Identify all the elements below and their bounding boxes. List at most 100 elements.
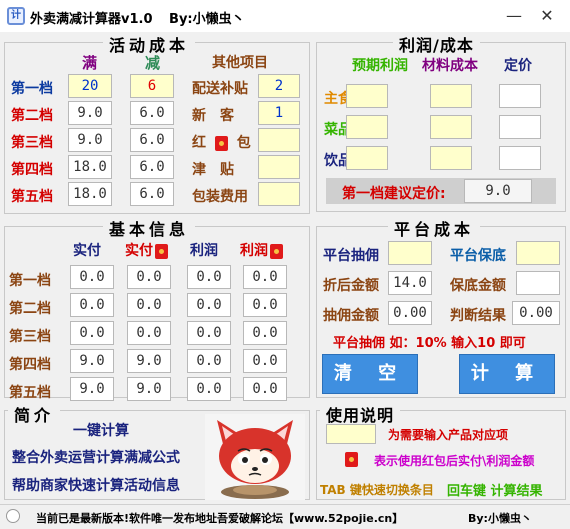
dish-profit-input[interactable]: [346, 115, 388, 139]
guarantee-amount-label: 保底金额: [450, 278, 506, 294]
tier-1-minus-input[interactable]: 6: [130, 74, 174, 98]
commission-input[interactable]: [388, 241, 432, 265]
red-packet-icon: [214, 135, 228, 151]
col-expected-profit: 预期利润: [352, 58, 408, 74]
window-title: 外卖满减计算器v1.0 By:小懒虫丶: [30, 8, 245, 27]
suggest-price-value: 9.0: [464, 179, 532, 203]
tier-3-label: 第三档: [11, 135, 53, 151]
col-actual-pay-redpack: 实付: [125, 240, 168, 260]
usage-yellow-sample: [326, 424, 376, 444]
guarantee-label: 平台保底: [450, 248, 506, 264]
guarantee-amount-value: [516, 271, 560, 295]
basic-row-3-v4: 0.0: [243, 321, 287, 345]
basic-row-1-v4: 0.0: [243, 265, 287, 289]
tier-2-label: 第二档: [11, 108, 53, 124]
status-bar: 当前已是最新版本!软件唯一发布地址吾爱破解论坛【www.52pojie.cn】 …: [0, 504, 570, 529]
intro-line-1: 一键计算: [73, 423, 129, 439]
tier-5-full-value: 18.0: [68, 182, 112, 206]
commission-amount-value: 0.00: [388, 301, 432, 325]
tier-3-minus-value: 6.0: [130, 128, 174, 152]
tier-5-label: 第五档: [11, 189, 53, 205]
staple-profit-input[interactable]: [346, 84, 388, 108]
guarantee-input[interactable]: [516, 241, 560, 265]
drink-cost-input[interactable]: [430, 146, 472, 170]
usage-legend: 使用说明: [320, 402, 401, 426]
basic-row-1-v1: 0.0: [70, 265, 114, 289]
delivery-subsidy-input[interactable]: 2: [258, 74, 300, 98]
new-customer-label: 新 客: [192, 108, 234, 124]
tier-4-minus-value: 6.0: [130, 155, 174, 179]
packaging-fee-label: 包装费用: [192, 189, 248, 205]
basic-row-2-v3: 0.0: [187, 293, 231, 317]
platform-cost-legend: 平台成本: [388, 216, 481, 240]
discount-amount-value: 14.0: [388, 271, 432, 295]
basic-row-2-label: 第二档: [9, 301, 51, 317]
red-packet-icon: [155, 243, 168, 259]
tier-2-minus-value: 6.0: [130, 101, 174, 125]
intro-line-3: 帮助商家快速计算活动信息: [12, 478, 180, 494]
close-icon[interactable]: ✕: [533, 5, 561, 27]
basic-row-5-v3: 0.0: [187, 377, 231, 401]
suggest-price-bar: 第一档建议定价: 9.0: [326, 178, 556, 204]
new-customer-input[interactable]: 1: [258, 101, 300, 125]
col-other-label: 其他项目: [212, 55, 268, 71]
col-actual-pay: 实付: [73, 243, 101, 259]
profit-cost-legend: 利润/成本: [393, 32, 480, 56]
basic-row-4-v1: 9.0: [70, 349, 114, 373]
tier-3-full-value: 9.0: [68, 128, 112, 152]
basic-row-3-v1: 0.0: [70, 321, 114, 345]
app-icon: 计: [7, 7, 25, 25]
basic-row-5-v2: 9.0: [127, 377, 171, 401]
basic-row-4-v4: 0.0: [243, 349, 287, 373]
status-author: By:小懒虫丶: [468, 512, 532, 525]
status-icon: [6, 509, 20, 523]
basic-row-1-v3: 0.0: [187, 265, 231, 289]
tier-1-full-input[interactable]: 20: [68, 74, 112, 98]
basic-row-1-label: 第一档: [9, 273, 51, 289]
basic-row-2-v4: 0.0: [243, 293, 287, 317]
col-price: 定价: [504, 58, 532, 74]
tier-5-minus-value: 6.0: [130, 182, 174, 206]
col-profit-redpack: 利润: [240, 240, 283, 260]
commission-label: 平台抽佣: [323, 248, 379, 264]
clear-button[interactable]: 清 空: [322, 354, 418, 394]
staple-price-value: [499, 84, 541, 108]
red-packet-label-b: 包: [236, 135, 251, 151]
calculate-button[interactable]: 计 算: [459, 354, 555, 394]
red-packet-label: 红 包: [192, 132, 251, 152]
basic-info-legend: 基本信息: [103, 216, 196, 240]
col-profit-redpack-text: 利润: [240, 243, 268, 259]
packaging-fee-input[interactable]: [258, 182, 300, 206]
tier-4-label: 第四档: [11, 162, 53, 178]
basic-row-2-v1: 0.0: [70, 293, 114, 317]
drink-price-value: [499, 146, 541, 170]
basic-row-5-label: 第五档: [9, 385, 51, 401]
basic-row-5-v1: 9.0: [70, 377, 114, 401]
drink-profit-input[interactable]: [346, 146, 388, 170]
mascot-fox-image: [205, 414, 305, 500]
author-label: By:小懒虫丶: [169, 12, 245, 27]
title-bar: 计 外卖满减计算器v1.0 By:小懒虫丶 — ✕: [0, 0, 570, 32]
col-material-cost: 材料成本: [422, 58, 478, 74]
commission-hint: 平台抽佣 如：10% 输入10 即可: [333, 336, 526, 351]
minimize-icon[interactable]: —: [500, 5, 528, 27]
basic-row-5-v4: 0.0: [243, 377, 287, 401]
basic-row-1-v2: 0.0: [127, 265, 171, 289]
usage-line-3b: 回车键 计算结果: [447, 484, 543, 499]
red-packet-icon: [270, 243, 283, 259]
status-text: 当前已是最新版本!软件唯一发布地址吾爱破解论坛【www.52pojie.cn】: [36, 512, 404, 525]
tier-1-label: 第一档: [11, 81, 53, 97]
staple-cost-input[interactable]: [430, 84, 472, 108]
tier-4-full-value: 18.0: [68, 155, 112, 179]
dish-cost-input[interactable]: [430, 115, 472, 139]
basic-row-4-v3: 0.0: [187, 349, 231, 373]
usage-line-3a: TAB 键快速切换条目: [320, 483, 434, 497]
red-packet-input[interactable]: [258, 128, 300, 152]
commission-amount-label: 抽佣金额: [323, 308, 379, 324]
col-minus-label: 减: [145, 54, 161, 72]
allowance-input[interactable]: [258, 155, 300, 179]
usage-line-2: 表示使用红包后实付\利润金额: [374, 454, 535, 468]
suggest-price-label: 第一档建议定价:: [342, 186, 446, 202]
basic-row-3-v2: 0.0: [127, 321, 171, 345]
judge-result-label: 判断结果: [450, 308, 506, 324]
